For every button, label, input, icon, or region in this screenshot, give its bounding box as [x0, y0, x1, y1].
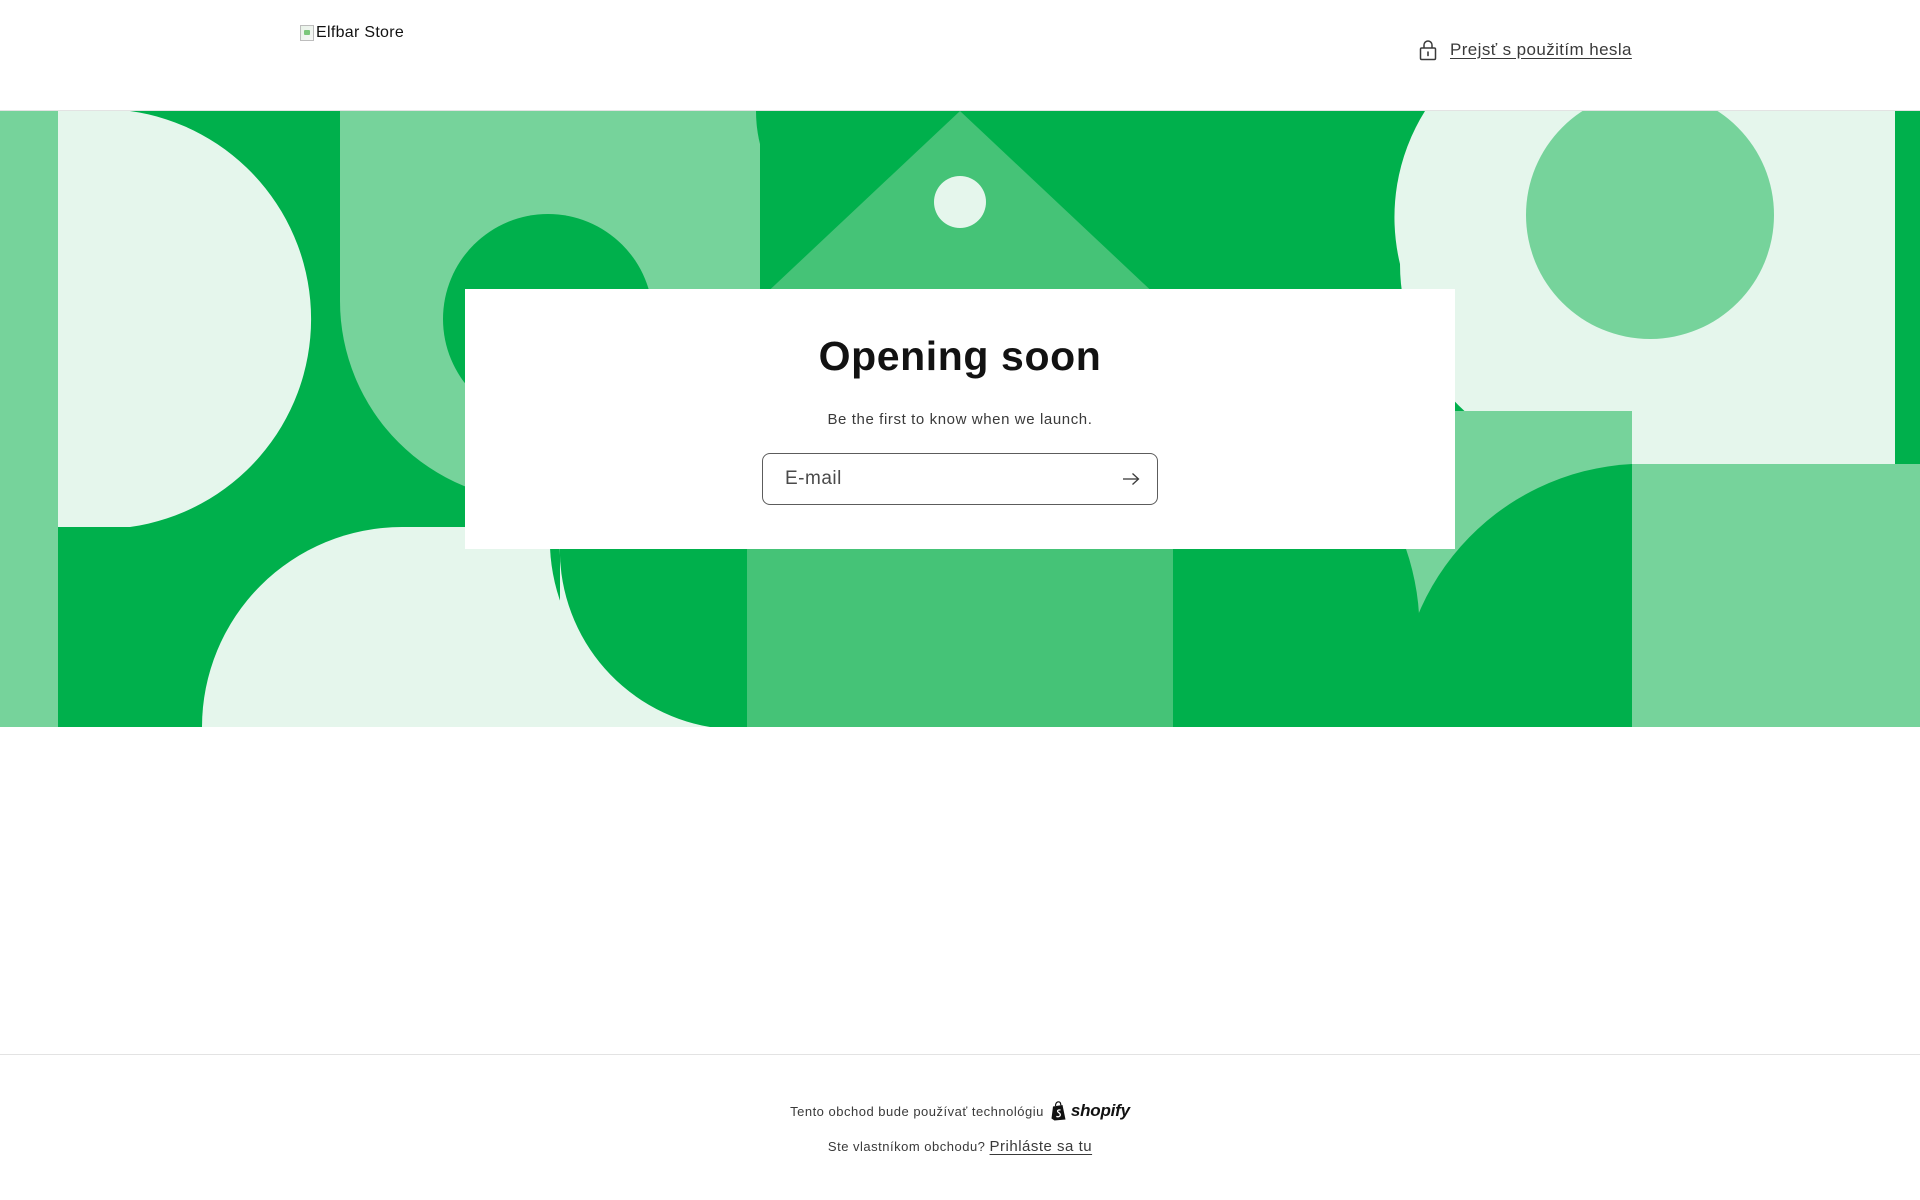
powered-by: Tento obchod bude používať technológiu s… [0, 1101, 1920, 1121]
lock-icon [1419, 40, 1437, 61]
owner-question: Ste vlastníkom obchodu? [827, 1139, 986, 1154]
email-input[interactable] [763, 454, 1103, 504]
newsletter-form [762, 453, 1158, 505]
site-header: Elfbar Store Prejsť s použitím hesla [0, 0, 1920, 111]
shopify-wordmark: shopify [1070, 1101, 1130, 1120]
password-link-label: Prejsť s použitím hesla [1450, 40, 1632, 59]
subscribe-button[interactable] [1111, 459, 1151, 499]
arrow-right-icon [1123, 473, 1140, 485]
page-title: Opening soon [818, 333, 1102, 379]
login-link[interactable]: Prihláste sa tu [990, 1138, 1093, 1155]
site-footer: Tento obchod bude používať technológiu s… [0, 1054, 1920, 1200]
shopify-bag-icon [1051, 1101, 1066, 1121]
store-logo[interactable]: Elfbar Store [300, 24, 404, 42]
powered-by-text: Tento obchod bude používať technológiu [790, 1103, 1044, 1119]
opening-soon-card: Opening soon Be the first to know when w… [465, 289, 1455, 549]
hero-subtitle: Be the first to know when we launch. [827, 411, 1093, 428]
broken-image-icon [300, 25, 314, 41]
owner-login: Ste vlastníkom obchodu? Prihláste sa tu [0, 1138, 1920, 1155]
store-logo-alt-text: Elfbar Store [316, 24, 405, 41]
hero-banner: Opening soon Be the first to know when w… [0, 111, 1920, 727]
enter-with-password-link[interactable]: Prejsť s použitím hesla [1418, 39, 1632, 61]
shopify-logo[interactable]: shopify [1050, 1101, 1130, 1121]
